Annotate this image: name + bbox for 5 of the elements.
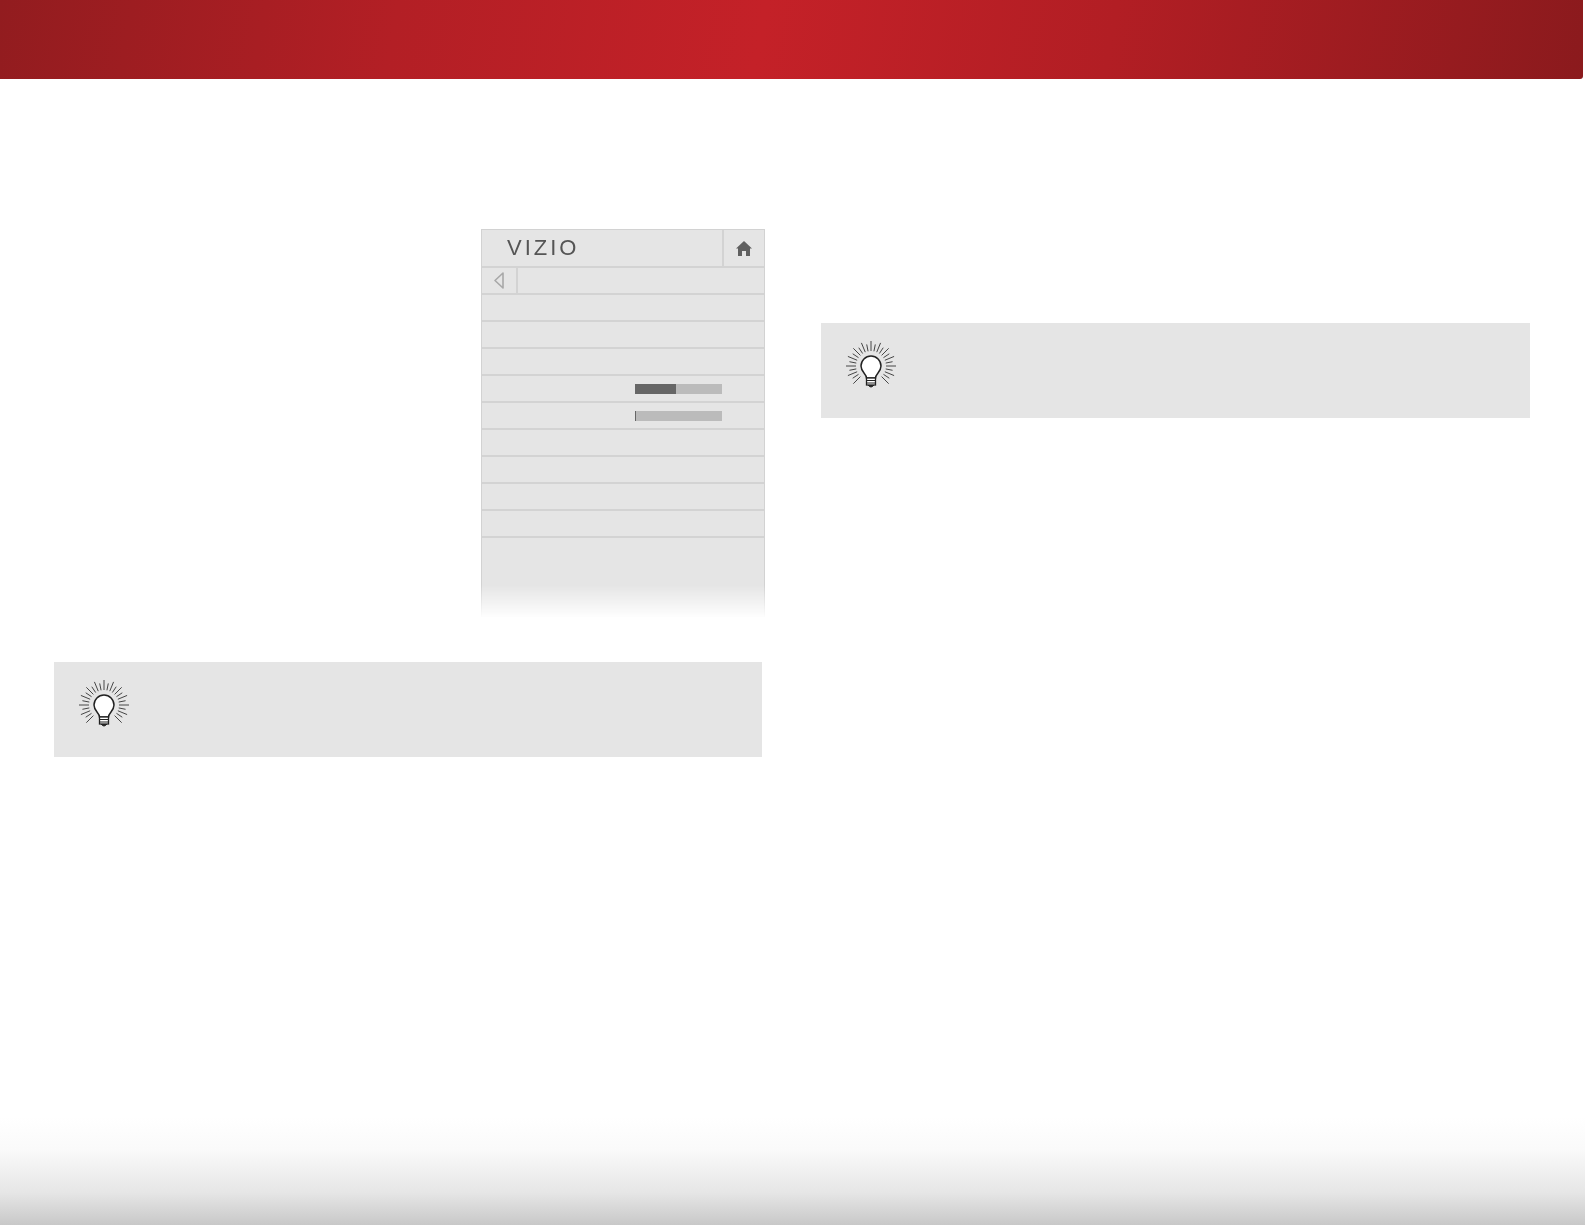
brand-logo: VIZIO xyxy=(506,234,581,262)
home-icon xyxy=(736,240,752,256)
slider-track[interactable] xyxy=(635,383,722,394)
back-icon xyxy=(494,272,504,289)
slider-track[interactable] xyxy=(635,410,722,421)
